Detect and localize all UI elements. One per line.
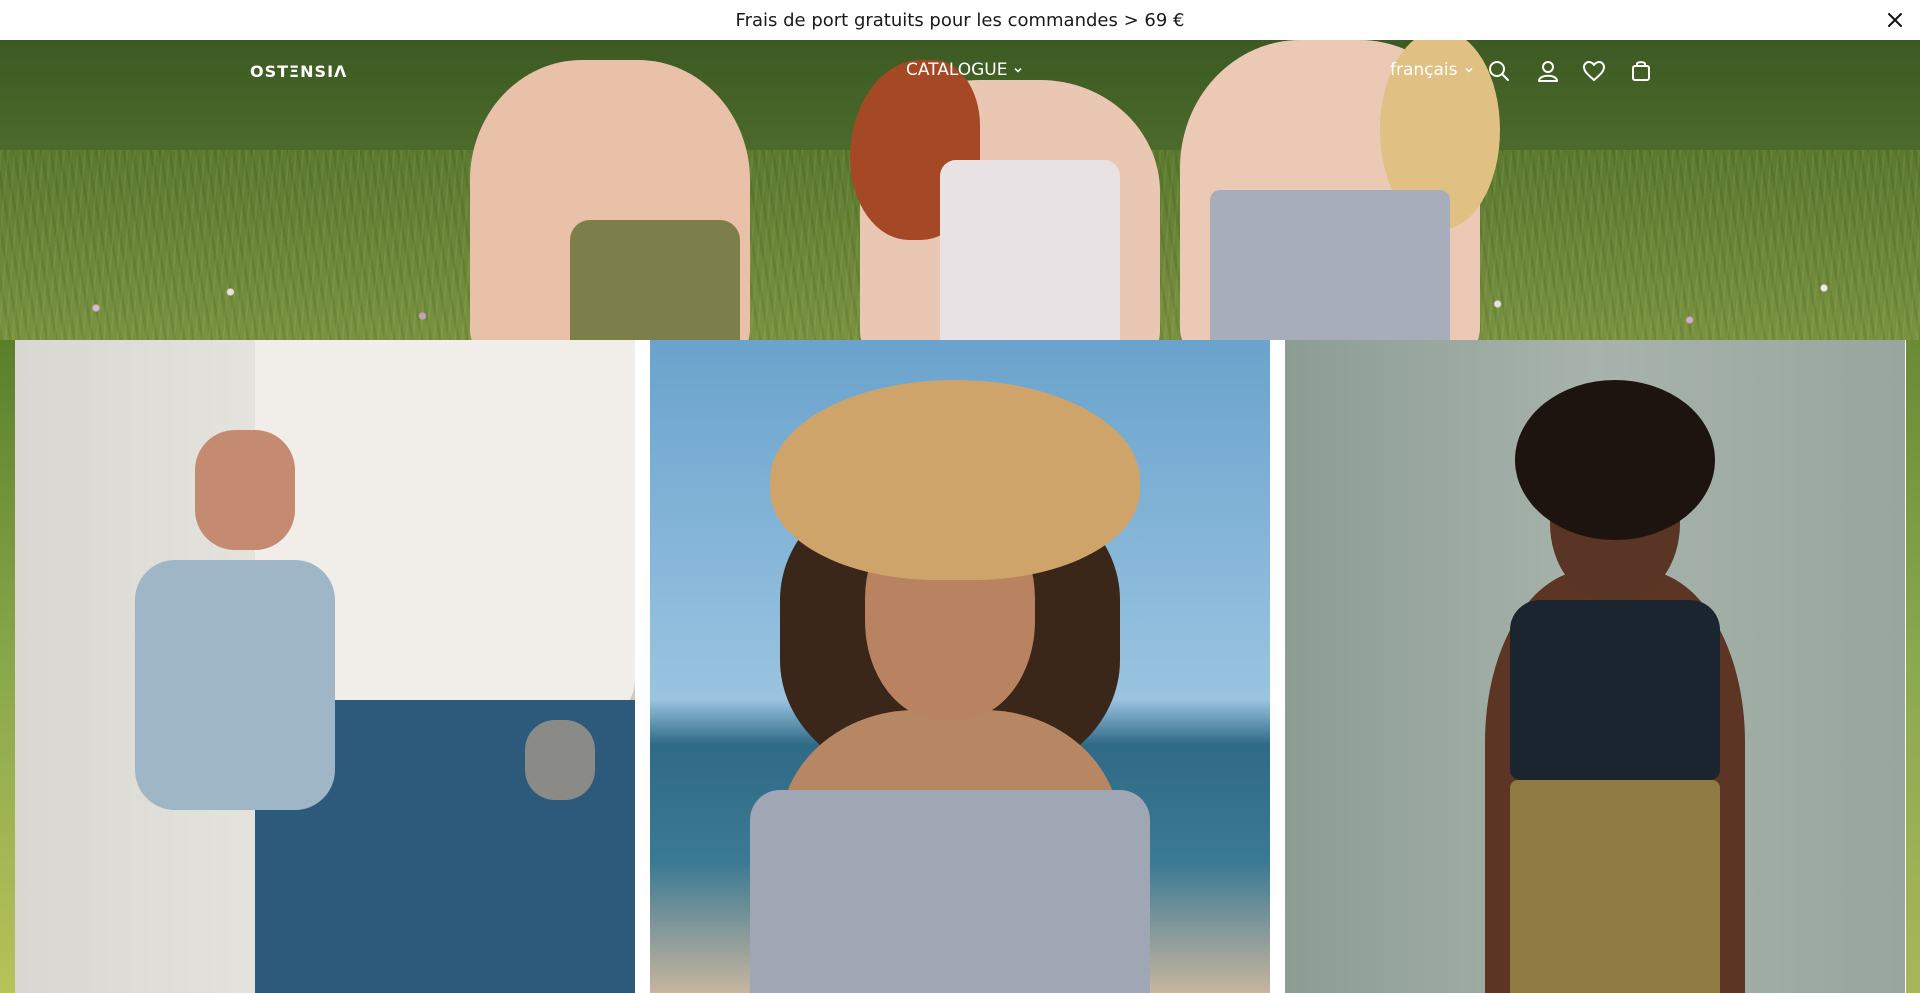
wishlist-icon xyxy=(1583,61,1605,81)
tile-3-tank xyxy=(1510,600,1720,780)
cart-icon xyxy=(1632,61,1650,81)
grid-edge-left xyxy=(0,340,15,993)
product-grid xyxy=(0,340,1920,993)
hero-model-2 xyxy=(850,60,1160,340)
tile-2-blouse xyxy=(750,790,1150,993)
announcement-text: Frais de port gratuits pour les commande… xyxy=(735,9,1185,31)
grid-edge-right xyxy=(1906,340,1920,993)
language-label: français xyxy=(1390,60,1458,80)
tile-1-arm xyxy=(195,430,295,550)
nav-catalogue-label: CATALOGUE xyxy=(906,60,1008,80)
close-icon xyxy=(1888,13,1902,27)
chevron-down-icon xyxy=(1014,67,1023,73)
announcement-bar: Frais de port gratuits pour les commande… xyxy=(0,0,1920,40)
tile-2-hat xyxy=(770,380,1140,580)
tile-3-pants xyxy=(1510,780,1720,993)
chevron-down-icon xyxy=(1464,67,1473,73)
wishlist-button[interactable] xyxy=(1581,58,1607,84)
tile-1-bag xyxy=(135,560,335,810)
tile-1-watch xyxy=(525,720,595,800)
search-icon xyxy=(1489,61,1509,81)
site-logo[interactable]: OSTΞNSIΛ xyxy=(250,62,347,81)
product-tile-3[interactable] xyxy=(1285,340,1905,993)
nav-catalogue[interactable]: CATALOGUE xyxy=(906,60,1023,80)
account-icon xyxy=(1538,61,1558,82)
search-button[interactable] xyxy=(1486,58,1512,84)
account-button[interactable] xyxy=(1535,58,1561,84)
language-selector[interactable]: français xyxy=(1390,60,1474,80)
tile-3-hair xyxy=(1515,380,1715,540)
close-announcement-button[interactable] xyxy=(1884,9,1906,31)
product-tile-1[interactable] xyxy=(15,340,635,993)
product-tile-2[interactable] xyxy=(650,340,1270,993)
cart-button[interactable] xyxy=(1628,58,1654,84)
site-header: OSTΞNSIΛ CATALOGUE français xyxy=(0,40,1920,104)
